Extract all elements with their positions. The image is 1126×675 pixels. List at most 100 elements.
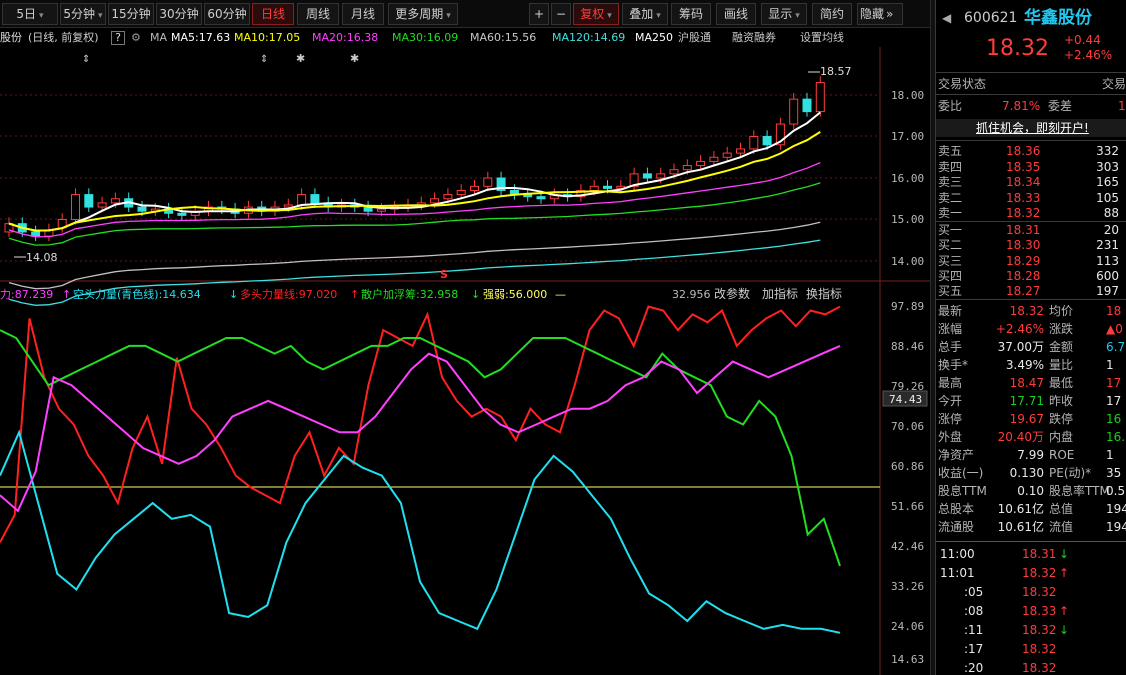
candle-body xyxy=(110,198,120,204)
stat-row: 流通股 10.61亿流值 194.4 xyxy=(936,518,1126,536)
margin-trading-link[interactable]: 融资融券 xyxy=(732,29,776,47)
candle-body xyxy=(443,194,453,200)
tick-row[interactable]: :20 18.32 xyxy=(936,659,1126,675)
stat-label: 涨幅 xyxy=(938,322,963,336)
event-marker-icon: ✱ xyxy=(296,52,305,65)
help-icon[interactable]: ? xyxy=(111,31,125,45)
ask-label: 卖二 xyxy=(938,190,963,205)
stat-label: 涨跌 xyxy=(1049,322,1074,336)
ask-row[interactable]: 卖四 18.35 303 xyxy=(936,159,1126,175)
period-more[interactable]: 更多周期 xyxy=(388,3,458,25)
candle-body xyxy=(137,206,147,212)
ask-row[interactable]: 卖二 18.33 105 xyxy=(936,190,1126,206)
period-daily[interactable]: 日线 xyxy=(252,3,294,25)
stat-value: 19.67 xyxy=(1009,412,1044,426)
bid-label: 买三 xyxy=(938,253,963,268)
ma-settings-button[interactable]: 设置均线 xyxy=(800,29,844,47)
ma20-value: MA20:16.38 xyxy=(312,31,379,44)
stat-value: 17 xyxy=(1106,376,1122,390)
indicator-axis-label: 88.46 xyxy=(891,340,924,353)
stat-value: +2.46% xyxy=(995,322,1044,336)
price-axis-label: 17.00 xyxy=(891,130,924,143)
price-axis-label: 14.00 xyxy=(891,255,924,268)
switch-indicator-button[interactable]: 换指标 xyxy=(806,286,842,301)
candle-body xyxy=(656,173,666,179)
kline-chart-svg[interactable]: 18.00 17.00 16.00 15.00 14.00 ⇕ ⇕ ✱ ✱ 18… xyxy=(0,47,930,675)
indicator-label-c: 多头力量线:97.020 xyxy=(240,287,337,301)
bid-row[interactable]: 买一 18.31 20 xyxy=(936,222,1126,238)
add-indicator-button[interactable]: 加指标 xyxy=(762,286,798,301)
tick-row[interactable]: :08 18.33 ↑ xyxy=(936,602,1126,620)
period-60min[interactable]: 60分钟 xyxy=(204,3,250,25)
bid-label: 买五 xyxy=(938,284,963,299)
zoom-out-button[interactable]: − xyxy=(551,3,571,25)
stat-label: 涨停 xyxy=(938,412,963,426)
settings-gear-icon[interactable]: ⚙ xyxy=(131,29,141,47)
ma-lines xyxy=(8,111,821,306)
simple-button[interactable]: 简约 xyxy=(812,3,852,25)
stat-label: 最新 xyxy=(938,304,963,318)
tick-row[interactable]: 11:00 18.31 ↓ xyxy=(936,545,1126,563)
bid-row[interactable]: 买四 18.28 600 xyxy=(936,268,1126,284)
tick-price: 18.32 xyxy=(1022,566,1057,580)
ask-label: 卖四 xyxy=(938,159,963,174)
stat-row: 总股本 10.61亿总值 194.4 xyxy=(936,500,1126,518)
status-label: 交易状态 xyxy=(938,77,987,91)
bid-row[interactable]: 买五 18.27 197 xyxy=(936,283,1126,299)
indicator-label-e: 强弱:56.000 xyxy=(483,288,547,301)
display-button[interactable]: 显示 xyxy=(761,3,807,25)
promo-text[interactable]: 抓住机会，即刻开户! xyxy=(976,119,1089,137)
adjust-button[interactable]: 复权 xyxy=(573,3,619,25)
stat-label: 股息率TTM xyxy=(1049,484,1110,498)
back-icon[interactable]: ◀ xyxy=(942,8,951,28)
period-60min-label: 60分钟 xyxy=(207,7,247,21)
period-5day[interactable]: 5日 xyxy=(2,3,58,25)
period-weekly[interactable]: 周线 xyxy=(297,3,339,25)
chips-label: 筹码 xyxy=(678,7,703,21)
order-ratio-row: 委比 7.81% 委差 1 xyxy=(936,97,1126,115)
period-5min[interactable]: 5分钟 xyxy=(60,3,106,25)
price-axis-label: 18.00 xyxy=(891,89,924,102)
ask-row[interactable]: 卖三 18.34 165 xyxy=(936,174,1126,190)
candle-body xyxy=(736,148,745,154)
draw-button[interactable]: 画线 xyxy=(716,3,756,25)
stat-label: ROE xyxy=(1049,448,1075,462)
bid-row[interactable]: 买二 18.30 231 xyxy=(936,237,1126,253)
ask-price: 18.36 xyxy=(1006,144,1041,158)
period-30min[interactable]: 30分钟 xyxy=(156,3,202,25)
tick-row[interactable]: :11 18.32 ↓ xyxy=(936,621,1126,639)
tick-time: 11:00 xyxy=(940,547,975,561)
ma-label: MA xyxy=(150,31,168,44)
overlay-button[interactable]: 叠加 xyxy=(622,3,668,25)
promo-banner[interactable]: 抓住机会，即刻开户! xyxy=(936,119,1126,137)
candle-body xyxy=(310,194,320,204)
zoom-in-button[interactable]: + xyxy=(529,3,549,25)
tick-row[interactable]: :17 18.32 xyxy=(936,640,1126,658)
ask-row[interactable]: 卖一 18.32 88 xyxy=(936,205,1126,221)
hk-connect-link[interactable]: 沪股通 xyxy=(678,29,711,47)
chart-area[interactable]: 18.00 17.00 16.00 15.00 14.00 ⇕ ⇕ ✱ ✱ 18… xyxy=(0,47,930,675)
candle-body xyxy=(177,212,187,216)
ask-row[interactable]: 卖五 18.36 332 xyxy=(936,143,1126,159)
period-monthly[interactable]: 月线 xyxy=(342,3,384,25)
high-price-mark: 18.57 xyxy=(820,65,852,78)
period-15min-label: 15分钟 xyxy=(111,7,151,21)
stock-name: 华鑫股份 xyxy=(1024,8,1092,28)
stat-value: 10.61亿 xyxy=(997,520,1044,534)
ask-price: 18.35 xyxy=(1006,159,1041,174)
stat-value: 17.71 xyxy=(1009,394,1044,408)
tick-time: :20 xyxy=(964,661,984,675)
ask-volume: 105 xyxy=(1096,190,1119,205)
bid-price: 18.31 xyxy=(1006,223,1041,237)
tick-row[interactable]: :05 18.32 xyxy=(936,583,1126,601)
period-15min[interactable]: 15分钟 xyxy=(108,3,154,25)
tick-row[interactable]: 11:01 18.32 ↑ xyxy=(936,564,1126,582)
hide-button[interactable]: 隐藏» xyxy=(857,3,903,25)
stat-row: 涨幅 +2.46% 涨跌 ▲0 xyxy=(936,320,1126,338)
ask-volume: 165 xyxy=(1096,175,1119,189)
chips-button[interactable]: 筹码 xyxy=(671,3,711,25)
price-change-pct: +2.46% xyxy=(1064,48,1113,62)
bid-row[interactable]: 买三 18.29 113 xyxy=(936,253,1126,269)
stat-value: 35 xyxy=(1106,466,1122,480)
modify-params-button[interactable]: 改参数 xyxy=(714,286,750,301)
